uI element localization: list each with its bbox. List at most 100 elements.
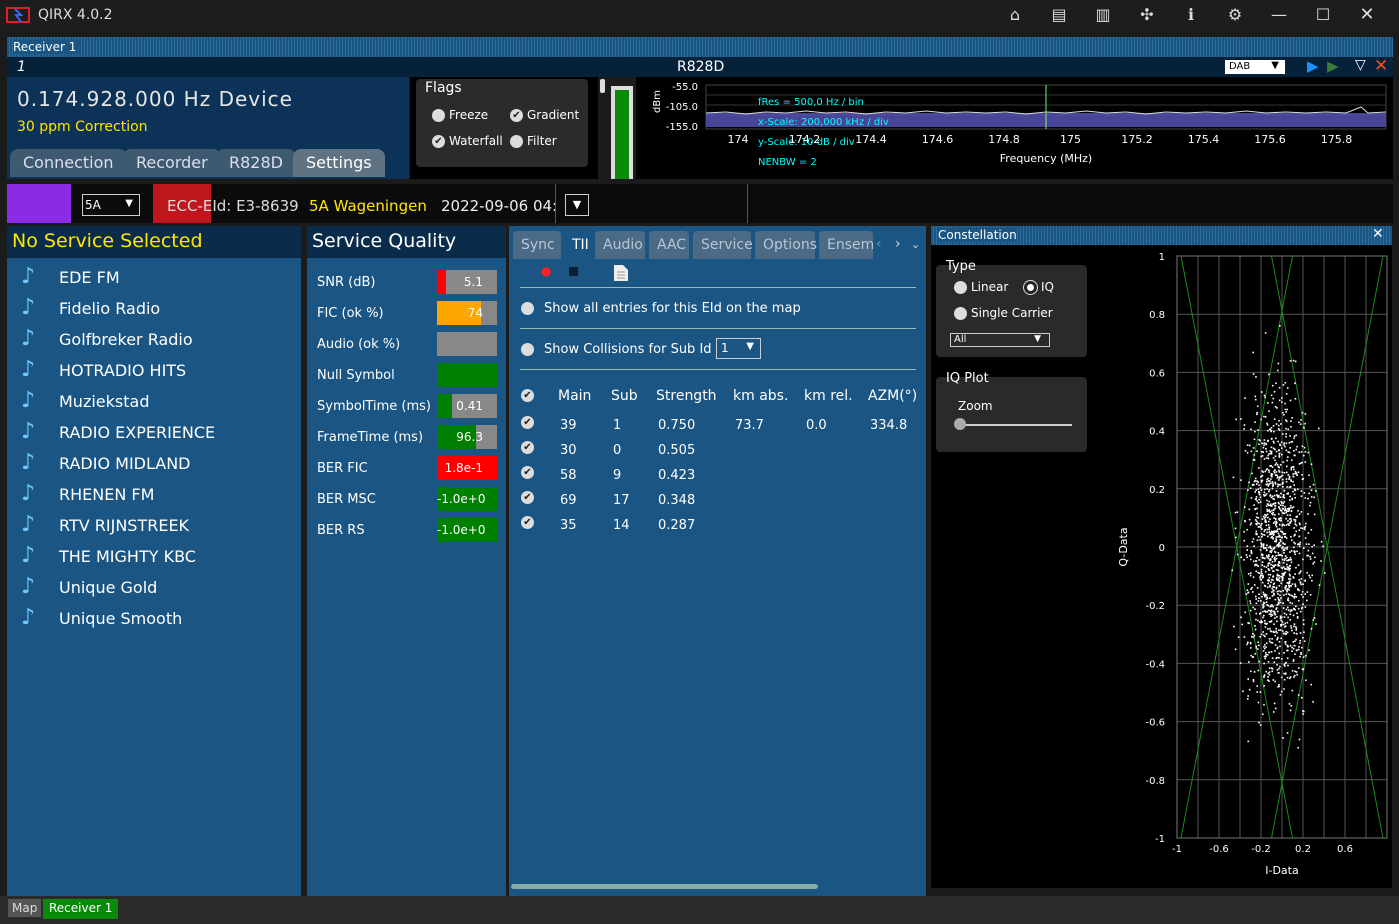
linear-radio[interactable] [954, 281, 967, 294]
tab-map[interactable]: Map [8, 899, 42, 917]
tii-column-header[interactable]: Sub [611, 388, 638, 404]
iq-point [1268, 671, 1271, 673]
service-item[interactable]: RHENEN FM [59, 485, 154, 504]
show-all-radio[interactable] [521, 302, 534, 315]
service-item[interactable]: EDE FM [59, 268, 120, 287]
service-item[interactable]: Fidelio Radio [59, 299, 160, 318]
tab-aac[interactable]: AAC [649, 231, 689, 259]
iq-point [1261, 518, 1264, 520]
satellite-icon[interactable]: ✣ [1136, 4, 1158, 26]
row-check-icon[interactable]: ✔ [521, 466, 534, 479]
close-receiver-icon[interactable]: ✕ [1374, 56, 1388, 76]
service-item[interactable]: RTV RIJNSTREEK [59, 516, 189, 535]
tab-ensemble[interactable]: Ensemble [819, 231, 873, 259]
collapse-triangle-icon[interactable]: ▽ [1355, 57, 1366, 73]
tii-column-header[interactable]: Main [558, 388, 591, 404]
tab-sync[interactable]: Sync [513, 231, 561, 259]
select-all-check-icon[interactable]: ✔ [521, 389, 534, 402]
tii-column-header[interactable]: km rel. [804, 388, 853, 404]
tab-connection[interactable]: Connection [10, 149, 127, 177]
layout-icon[interactable]: ▤ [1048, 4, 1070, 26]
document-icon[interactable] [613, 264, 629, 282]
service-item[interactable]: Unique Gold [59, 578, 157, 597]
freeze-option[interactable]: Freeze [432, 108, 488, 122]
show-collisions-option[interactable]: Show Collisions for Sub Id [521, 342, 712, 357]
settings-gear-icon[interactable]: ⚙ [1224, 4, 1246, 26]
freeze-radio[interactable] [432, 109, 445, 122]
tab-tii[interactable]: TII [564, 231, 592, 259]
service-item[interactable]: THE MIGHTY KBC [59, 547, 196, 566]
gradient-option[interactable]: ✔ Gradient [510, 108, 579, 122]
iq-point [1292, 480, 1294, 483]
tii-horizontal-scrollbar[interactable] [511, 884, 818, 889]
iq-point [1249, 602, 1252, 605]
tii-column-header[interactable]: km abs. [733, 388, 788, 404]
single-carrier-radio[interactable] [954, 307, 967, 320]
filter-option[interactable]: Filter [510, 134, 557, 148]
iq-xtick: -0.2 [1251, 844, 1271, 855]
play-icon[interactable]: ▶ [1307, 57, 1319, 75]
show-collisions-radio[interactable] [521, 343, 534, 356]
play-green-icon[interactable]: ▶ [1327, 57, 1339, 75]
row-check-icon[interactable]: ✔ [521, 441, 534, 454]
iq-point [1270, 496, 1273, 499]
iq-point [1261, 536, 1263, 538]
flags-scrollbar[interactable] [600, 79, 605, 93]
tab-prev-icon[interactable]: ‹ [876, 236, 882, 252]
stop-icon[interactable] [569, 267, 578, 276]
iq-point [1243, 539, 1246, 542]
iq-radio[interactable] [1024, 281, 1037, 294]
row-check-icon[interactable]: ✔ [521, 516, 534, 529]
linear-option[interactable]: Linear [954, 280, 1008, 294]
zoom-slider-thumb[interactable] [954, 418, 966, 430]
tab-recorder[interactable]: Recorder [123, 149, 221, 177]
tab-menu-icon[interactable]: ⌄ [911, 238, 920, 251]
iq-point [1274, 558, 1276, 561]
row-check-icon[interactable]: ✔ [521, 416, 534, 429]
waterfall-option[interactable]: ✔ Waterfall [432, 134, 503, 148]
map-icon[interactable]: ▥ [1092, 4, 1114, 26]
close-window-icon[interactable]: ✕ [1356, 4, 1378, 26]
maximize-icon[interactable]: ☐ [1312, 4, 1334, 26]
single-carrier-option[interactable]: Single Carrier [954, 306, 1053, 320]
record-icon[interactable]: ● [541, 264, 551, 278]
iq-point [1279, 540, 1282, 542]
filter-radio[interactable] [510, 135, 523, 148]
service-item[interactable]: Unique Smooth [59, 609, 182, 628]
service-item[interactable]: RADIO MIDLAND [59, 454, 191, 473]
tii-column-header[interactable]: Strength [656, 388, 717, 404]
expand-dropdown[interactable]: ▼ [565, 194, 589, 216]
tab-audio[interactable]: Audio [595, 231, 645, 259]
close-constellation-icon[interactable]: ✕ [1372, 226, 1384, 242]
service-item[interactable]: RADIO EXPERIENCE [59, 423, 215, 442]
channel-select[interactable]: 5A ▼ [82, 194, 140, 216]
collision-subid-select[interactable]: 1 ▼ [716, 338, 761, 359]
tab-options[interactable]: Options [755, 231, 817, 259]
show-all-option[interactable]: Show all entries for this EId on the map [521, 301, 801, 316]
iq-point [1263, 655, 1266, 658]
zoom-slider-track[interactable] [960, 424, 1072, 426]
carrier-select[interactable]: All ▼ [950, 333, 1050, 347]
minimize-icon[interactable]: — [1268, 4, 1290, 26]
service-item[interactable]: Golfbreker Radio [59, 330, 193, 349]
waterfall-check-icon[interactable]: ✔ [432, 135, 445, 148]
tab-service[interactable]: Service [693, 231, 753, 259]
service-item[interactable]: Muziekstad [59, 392, 149, 411]
tii-column-header[interactable]: AZM(°) [868, 388, 917, 404]
home-icon[interactable]: ⌂ [1004, 4, 1026, 26]
iq-point [1258, 467, 1260, 469]
iq-point [1273, 498, 1275, 501]
gradient-check-icon[interactable]: ✔ [510, 109, 523, 122]
iq-point [1247, 583, 1250, 585]
tab-settings[interactable]: Settings [293, 149, 385, 177]
tab-receiver-1[interactable]: Receiver 1 [43, 899, 119, 919]
info-icon[interactable]: ℹ [1180, 4, 1202, 26]
service-item[interactable]: HOTRADIO HITS [59, 361, 186, 380]
tab-next-icon[interactable]: › [895, 236, 901, 252]
row-check-icon[interactable]: ✔ [521, 491, 534, 504]
tab-r828d[interactable]: R828D [216, 149, 296, 177]
iq-point [1256, 480, 1258, 482]
mode-select[interactable]: DAB ▼ [1225, 60, 1285, 74]
iq-option[interactable]: IQ [1024, 280, 1054, 294]
iq-point [1236, 553, 1239, 556]
